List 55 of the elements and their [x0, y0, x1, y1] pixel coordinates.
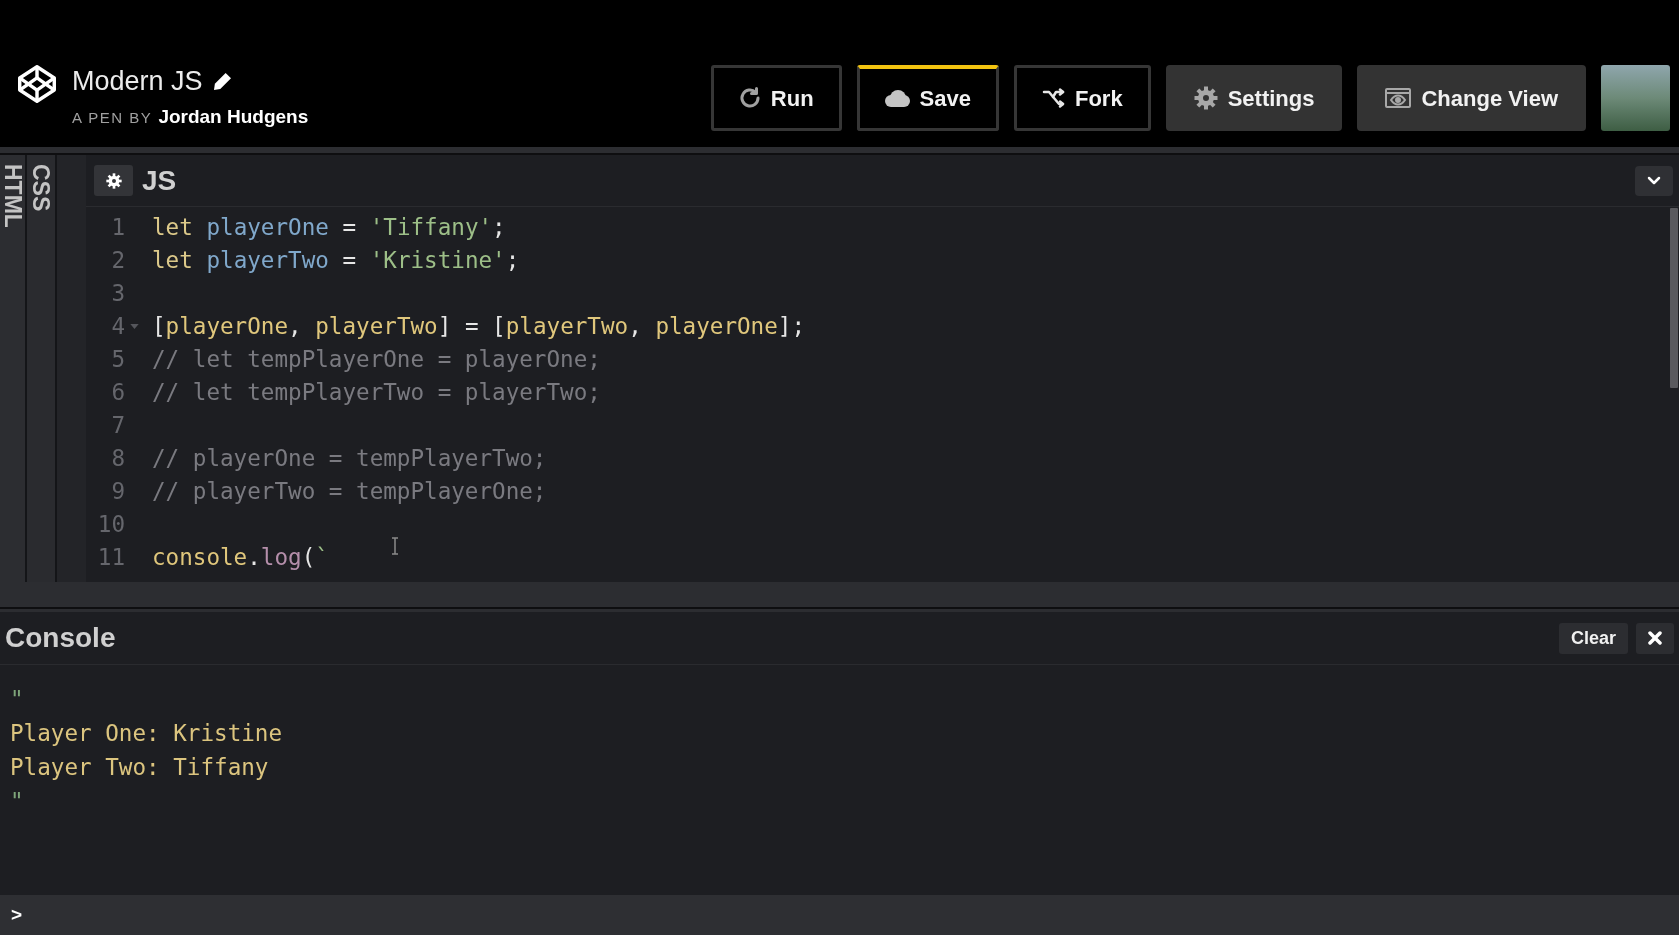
prompt-symbol: >: [11, 902, 23, 927]
text-cursor-icon: [391, 537, 399, 555]
code-line: // playerOne = tempPlayerTwo;: [152, 443, 547, 473]
save-button[interactable]: Save: [856, 65, 999, 131]
line-number: 2: [110, 245, 125, 275]
console-output-line: ": [10, 685, 24, 714]
close-button[interactable]: [1636, 622, 1674, 654]
settings-icon: [105, 172, 122, 189]
pencil-icon[interactable]: [213, 72, 231, 90]
author-link[interactable]: Jordan Hudgens: [158, 103, 309, 132]
code-line: // playerTwo = tempPlayerOne;: [152, 476, 547, 506]
console-output-line: Player Two: Tiffany: [10, 753, 269, 782]
settings-button[interactable]: Settings: [1165, 65, 1343, 131]
line-number: 3: [110, 278, 125, 308]
code-line: // let tempPlayerOne = playerOne;: [152, 344, 601, 374]
resize-handle[interactable]: [57, 155, 86, 582]
line-number: 6: [110, 377, 125, 407]
line-number: 5: [110, 344, 125, 374]
code-line: let playerOne = 'Tiffany';: [152, 212, 506, 242]
code-line: [playerOne, playerTwo] = [playerTwo, playerOne];: [152, 311, 806, 341]
scrollbar-thumb[interactable]: [1670, 208, 1678, 388]
console-input-field[interactable]: >: [0, 895, 1679, 935]
logo-icon[interactable]: [18, 65, 56, 103]
editor-tab[interactable]: CSS: [27, 155, 55, 582]
console-title: Console: [5, 621, 116, 655]
editor-settings-button[interactable]: [94, 165, 133, 196]
run-button[interactable]: Run: [710, 65, 842, 131]
settings-icon: [1193, 86, 1218, 110]
line-number: 10: [96, 509, 125, 539]
console-output-line: Player One: Kristine: [10, 719, 283, 748]
line-number: 7: [110, 410, 125, 440]
line-number: 1: [110, 212, 125, 242]
refresh-icon: [738, 87, 761, 109]
change-view-button[interactable]: Change View: [1357, 65, 1586, 131]
pen-title: Modern JS: [72, 65, 203, 97]
line-number: 11: [96, 542, 125, 572]
eye-icon: [1385, 88, 1412, 108]
line-number: 8: [110, 443, 125, 473]
cloud-icon: [884, 90, 910, 107]
chevron-down-icon: [1647, 176, 1661, 185]
code-line: let playerTwo = 'Kristine';: [152, 245, 520, 275]
editor-title: JS: [142, 163, 177, 198]
line-number: 9: [110, 476, 125, 506]
collapse-button[interactable]: [1635, 165, 1673, 196]
fork-button[interactable]: Fork: [1014, 65, 1151, 131]
byline-label: A PEN BY: [72, 108, 153, 128]
clear-button[interactable]: Clear: [1558, 622, 1628, 654]
console-output-line: ": [10, 787, 24, 816]
line-number: 4: [110, 311, 125, 341]
branch-arrows-icon: [1042, 87, 1065, 109]
editor-tab[interactable]: HTML: [0, 155, 25, 582]
code-line: // let tempPlayerTwo = playerTwo;: [152, 377, 601, 407]
close-icon: [1648, 631, 1662, 645]
avatar-photo[interactable]: [1601, 65, 1670, 131]
code-line: console.log(`: [152, 542, 329, 572]
